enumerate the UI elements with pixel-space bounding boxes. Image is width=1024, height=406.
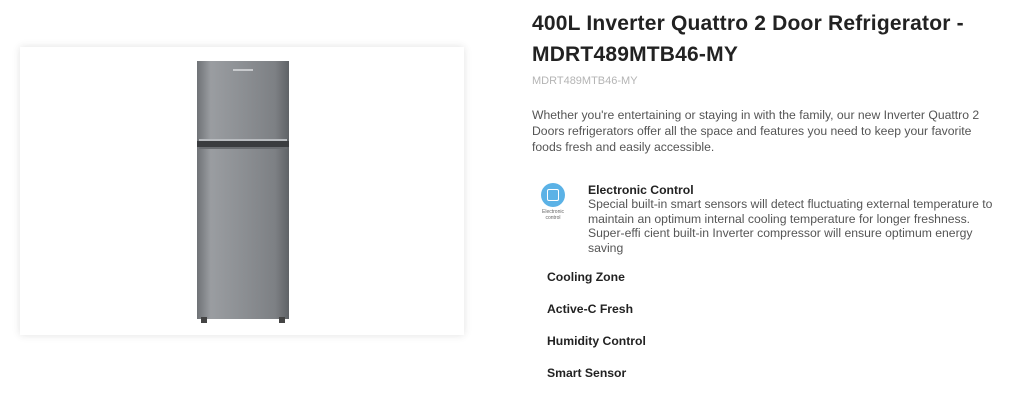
- refrigerator-image: [197, 61, 289, 323]
- product-image: [197, 61, 289, 323]
- section-cooling-zone[interactable]: Cooling Zone: [547, 270, 625, 284]
- product-sku: MDRT489MTB46-MY: [532, 75, 638, 87]
- product-description: Whether you're entertaining or staying i…: [532, 108, 980, 154]
- section-smart-sensor[interactable]: Smart Sensor: [547, 366, 626, 380]
- section-humidity-control[interactable]: Humidity Control: [547, 334, 646, 348]
- feature-description: Special built-in smart sensors will dete…: [588, 197, 993, 255]
- feature-title: Electronic Control: [588, 183, 694, 197]
- product-title: 400L Inverter Quattro 2 Door Refrigerato…: [532, 12, 964, 66]
- product-image-card: [20, 47, 464, 335]
- electronic-control-icon-circle: [541, 183, 565, 207]
- electronic-control-icon: Electronic control: [538, 183, 568, 231]
- section-active-c-fresh[interactable]: Active-C Fresh: [547, 302, 633, 316]
- feature-icon-caption: Electronic control: [542, 209, 564, 221]
